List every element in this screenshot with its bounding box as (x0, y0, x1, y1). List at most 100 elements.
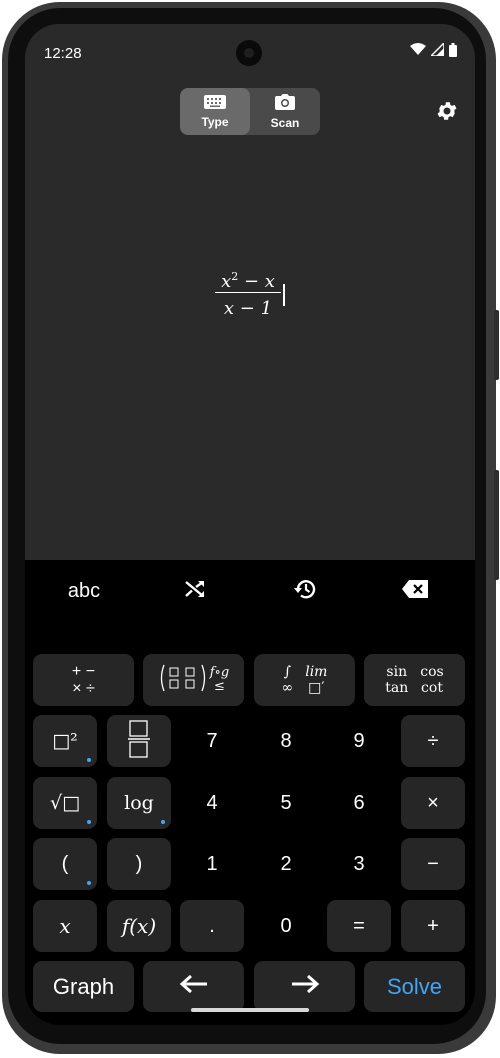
four-key[interactable]: 4 (180, 777, 244, 829)
one-label: 1 (206, 852, 218, 875)
square-label: □² (52, 730, 78, 752)
fraction-bar (215, 292, 281, 293)
decimal-key[interactable]: . (180, 900, 244, 952)
five-label: 5 (280, 791, 292, 814)
more-indicator (87, 820, 91, 824)
status-time: 12:28 (44, 45, 82, 62)
open-paren-key[interactable]: ( (33, 838, 97, 890)
input-mode-toggle: Type Scan (180, 88, 320, 135)
log-label: log (124, 792, 154, 814)
solve-button[interactable]: Solve (364, 961, 465, 1012)
equals-key[interactable]: = (327, 900, 391, 952)
history-icon (293, 578, 317, 605)
square-key[interactable]: □² (33, 715, 97, 767)
volume-button (494, 310, 499, 380)
arrow-left-icon (179, 974, 209, 999)
graph-label: Graph (52, 973, 115, 999)
matrix-icon (158, 661, 208, 700)
type-mode-button[interactable]: Type (180, 88, 250, 135)
text-cursor (283, 284, 285, 306)
operators-line1: + − (71, 663, 96, 680)
multiply-key[interactable]: × (401, 777, 465, 829)
three-key[interactable]: 3 (327, 838, 391, 890)
nine-label: 9 (353, 729, 365, 752)
divide-label: ÷ (427, 729, 439, 752)
eight-key[interactable]: 8 (254, 715, 318, 767)
operators-category-key[interactable]: + − × ÷ (33, 654, 134, 706)
arrow-right-icon (290, 974, 320, 999)
six-key[interactable]: 6 (327, 777, 391, 829)
phone-frame: 12:28 Type Scan x2 − x x − 1 abc + − × ÷… (0, 0, 500, 1058)
matrix-category-key[interactable]: f∘g ≤ (143, 654, 244, 706)
power-button (494, 470, 499, 580)
math-expression[interactable]: x2 − x x − 1 (215, 264, 305, 334)
limit-label: lim (305, 664, 328, 680)
calculus-category-key[interactable]: ∫ ∞ lim □′ (254, 654, 355, 706)
more-indicator (87, 758, 91, 762)
backspace-icon (402, 579, 428, 603)
shuffle-button[interactable] (140, 570, 250, 612)
cot-label: cot (421, 680, 443, 696)
battery-icon (449, 42, 457, 62)
sqrt-label: √□ (49, 792, 81, 814)
zero-key[interactable]: 0 (254, 900, 318, 952)
settings-button[interactable] (435, 99, 459, 128)
tan-label: tan (385, 680, 409, 696)
divide-key[interactable]: ÷ (401, 715, 465, 767)
plus-key[interactable]: + (401, 900, 465, 952)
status-bar: 12:28 (25, 24, 475, 80)
wifi-icon (410, 43, 426, 61)
solve-label: Solve (386, 973, 443, 999)
plus-label: + (427, 914, 439, 937)
seven-label: 7 (206, 729, 218, 752)
sqrt-key[interactable]: √□ (33, 777, 97, 829)
seven-key[interactable]: 7 (180, 715, 244, 767)
fraction: x2 − x x − 1 (215, 264, 281, 321)
function-key[interactable]: f(x) (107, 900, 171, 952)
more-indicator (161, 820, 165, 824)
eight-label: 8 (280, 729, 292, 752)
nine-key[interactable]: 9 (327, 715, 391, 767)
five-key[interactable]: 5 (254, 777, 318, 829)
scan-mode-label: Scan (270, 115, 300, 130)
screen: 12:28 Type Scan x2 − x x − 1 abc + − × ÷… (25, 24, 475, 1025)
equals-label: = (353, 914, 365, 937)
four-label: 4 (206, 791, 218, 814)
history-button[interactable] (250, 570, 360, 612)
fraction-icon (128, 719, 150, 764)
cursor-right-button[interactable] (254, 961, 355, 1012)
camera-icon (275, 93, 295, 116)
trig-category-key[interactable]: sin tan cos cot (364, 654, 465, 706)
function-label: f(x) (121, 914, 157, 938)
open-paren-label: ( (61, 852, 69, 875)
status-icons (410, 41, 457, 62)
minus-key[interactable]: − (401, 838, 465, 890)
gear-icon (435, 102, 459, 127)
close-paren-key[interactable]: ) (107, 838, 171, 890)
fraction-key[interactable] (107, 715, 171, 767)
scan-mode-button[interactable]: Scan (250, 88, 320, 135)
log-key[interactable]: log (107, 777, 171, 829)
type-mode-label: Type (201, 114, 229, 129)
multiply-label: × (427, 791, 439, 814)
one-key[interactable]: 1 (180, 838, 244, 890)
variable-x-key[interactable]: x (33, 900, 97, 952)
decimal-label: . (209, 914, 215, 937)
derivative-label: □′ (308, 680, 325, 696)
two-label: 2 (280, 852, 292, 875)
two-key[interactable]: 2 (254, 838, 318, 890)
six-label: 6 (353, 791, 365, 814)
home-indicator[interactable] (191, 1008, 309, 1012)
three-label: 3 (353, 852, 365, 875)
sin-label: sin (386, 664, 408, 680)
backspace-button[interactable] (360, 570, 470, 612)
signal-icon (429, 41, 445, 61)
graph-button[interactable]: Graph (33, 961, 134, 1012)
abc-button[interactable]: abc (29, 570, 139, 612)
abc-label: abc (67, 579, 101, 602)
shuffle-icon (184, 579, 206, 604)
minus-label: − (427, 852, 439, 875)
keyboard-toolbar: abc (25, 560, 475, 628)
cursor-left-button[interactable] (143, 961, 244, 1012)
keyboard-icon (204, 94, 226, 115)
